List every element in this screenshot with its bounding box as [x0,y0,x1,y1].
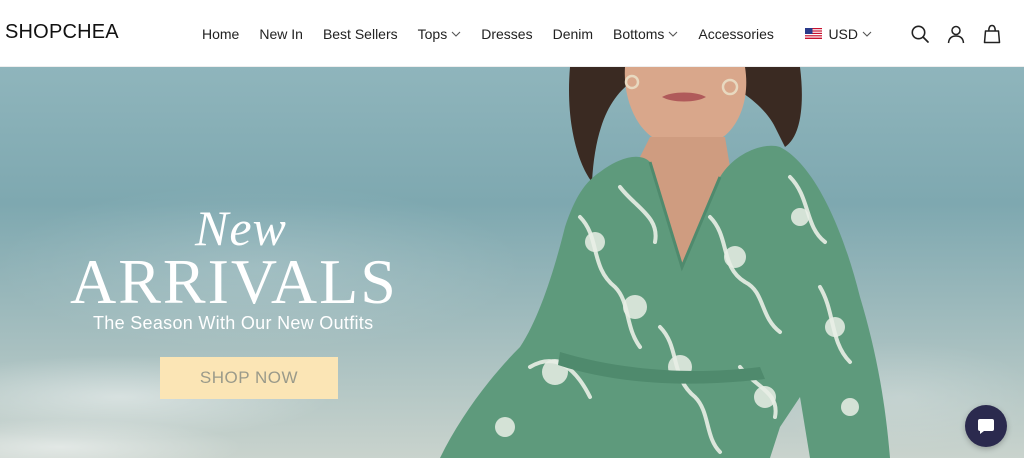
nav-item-label: Tops [417,25,448,42]
nav-item-label: Accessories [698,25,774,42]
hero-headline: ARRIVALS [70,246,398,317]
nav-item-new-in[interactable]: New In [259,26,303,42]
nav-item-dresses[interactable]: Dresses [481,26,532,42]
nav-item-label: Bottoms [613,25,665,42]
nav-item-label: Best Sellers [322,25,398,42]
chevron-down-icon [862,31,872,37]
nav-item-best-sellers[interactable]: Best Sellers [323,26,398,42]
nav-item-label: Home [202,25,240,42]
chat-launcher-button[interactable] [965,405,1007,447]
search-icon[interactable] [910,24,930,44]
nav-item-accessories[interactable]: Accessories [698,26,773,42]
main-nav: Home New In Best Sellers Tops Dresses De… [202,0,794,67]
shop-now-button[interactable]: SHOP NOW [160,357,338,399]
nav-item-bottoms[interactable]: Bottoms [613,26,678,42]
nav-item-label: New In [259,25,303,42]
chevron-down-icon [451,31,461,37]
nav-item-denim[interactable]: Denim [553,26,593,42]
cart-bag-icon[interactable] [982,24,1002,44]
site-logo[interactable]: SHOPCHEA [5,21,119,44]
nav-item-tops[interactable]: Tops [418,26,462,42]
model-photo [440,67,890,458]
hero-tagline: The Season With Our New Outfits [93,313,374,333]
currency-label: USD [828,25,858,42]
hero-banner: New ARRIVALS The Season With Our New Out… [0,67,1024,458]
us-flag-icon [805,28,823,39]
account-icon[interactable] [946,24,966,44]
currency-selector[interactable]: USD [805,26,872,42]
nav-item-label: Dresses [481,25,533,42]
site-header: SHOPCHEA Home New In Best Sellers Tops D… [0,0,1024,67]
header-utilities: USD [805,0,1002,67]
chat-bubble-icon [978,419,994,434]
chevron-down-icon [669,31,678,37]
nav-item-home[interactable]: Home [202,26,239,42]
nav-item-label: Denim [552,25,594,42]
